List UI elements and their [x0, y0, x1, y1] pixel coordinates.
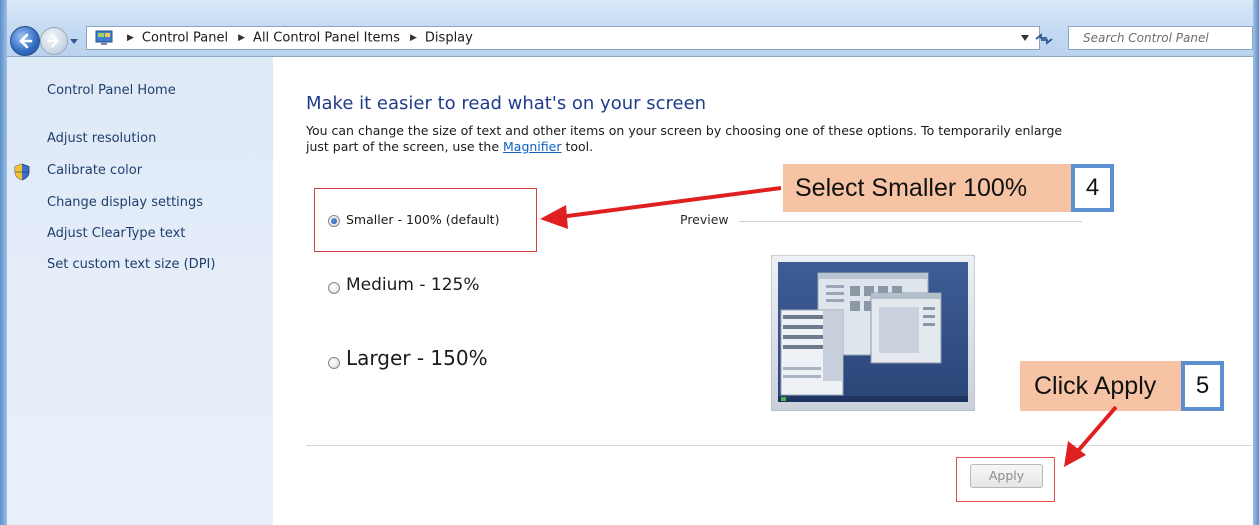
main-content: Make it easier to read what's on your sc…: [273, 57, 1253, 525]
description-text: You can change the size of text and othe…: [306, 123, 1063, 154]
page-title: Make it easier to read what's on your sc…: [306, 93, 707, 114]
recent-pages-dropdown-icon[interactable]: [69, 36, 79, 46]
back-arrow-icon: [19, 33, 33, 49]
window-border-left: [0, 0, 7, 525]
window-frame: ▶ Control Panel ▶ All Control Panel Items ▶ D…: [0, 0, 1259, 525]
sidebar-item-custom-text-size[interactable]: Set custom text size (DPI): [47, 257, 215, 272]
step-number-5: 5: [1181, 361, 1224, 411]
apply-button[interactable]: Apply: [970, 464, 1043, 488]
sidebar-item-adjust-cleartype[interactable]: Adjust ClearType text: [47, 226, 185, 241]
back-button[interactable]: [10, 26, 40, 56]
callout-select-smaller: Select Smaller 100%: [783, 164, 1071, 212]
option-label-medium[interactable]: Medium - 125%: [346, 275, 480, 295]
magnifier-link[interactable]: Magnifier: [503, 139, 561, 154]
sidebar-item-control-panel-home[interactable]: Control Panel Home: [47, 83, 176, 98]
window-border-right: [1253, 0, 1259, 525]
breadcrumb-separator-icon[interactable]: ▶: [410, 27, 417, 49]
shield-icon: [14, 163, 30, 181]
breadcrumb: ▶ Control Panel ▶ All Control Panel Items ▶ D…: [121, 27, 473, 49]
refresh-icon[interactable]: [1030, 28, 1058, 50]
sidebar: Control Panel Home Adjust resolution Cal…: [7, 57, 273, 525]
breadcrumb-control-panel[interactable]: Control Panel: [142, 31, 228, 46]
preview-label: Preview: [680, 212, 729, 227]
breadcrumb-display[interactable]: Display: [425, 31, 473, 46]
breadcrumb-all-items[interactable]: All Control Panel Items: [253, 31, 400, 46]
option-label-smaller[interactable]: Smaller - 100% (default): [346, 212, 499, 227]
forward-button[interactable]: [40, 27, 68, 55]
preview-monitor-image: [771, 255, 975, 411]
sidebar-item-adjust-resolution[interactable]: Adjust resolution: [47, 131, 156, 146]
title-bar: ▶ Control Panel ▶ All Control Panel Items ▶ D…: [0, 0, 1259, 57]
radio-larger[interactable]: [328, 357, 340, 369]
search-input[interactable]: Search Control Panel: [1068, 26, 1253, 50]
forward-arrow-icon: [47, 34, 59, 48]
address-bar[interactable]: ▶ Control Panel ▶ All Control Panel Items ▶ D…: [86, 26, 1040, 50]
breadcrumb-separator-icon[interactable]: ▶: [238, 27, 245, 49]
radio-medium[interactable]: [328, 282, 340, 294]
section-divider: [306, 445, 1252, 446]
preview-divider: [739, 221, 1082, 222]
control-panel-icon: [95, 30, 113, 45]
description-suffix: tool.: [565, 139, 594, 154]
callout-click-apply: Click Apply: [1020, 361, 1181, 411]
option-label-larger[interactable]: Larger - 150%: [346, 346, 488, 370]
radio-smaller[interactable]: [328, 215, 340, 227]
sidebar-item-calibrate-color[interactable]: Calibrate color: [47, 163, 142, 178]
step-number-4: 4: [1071, 164, 1114, 212]
page-description: You can change the size of text and othe…: [306, 123, 1066, 155]
search-placeholder: Search Control Panel: [1083, 31, 1209, 45]
breadcrumb-separator-icon[interactable]: ▶: [127, 27, 134, 49]
address-dropdown-icon[interactable]: [1021, 35, 1029, 41]
sidebar-item-change-display-settings[interactable]: Change display settings: [47, 195, 203, 210]
